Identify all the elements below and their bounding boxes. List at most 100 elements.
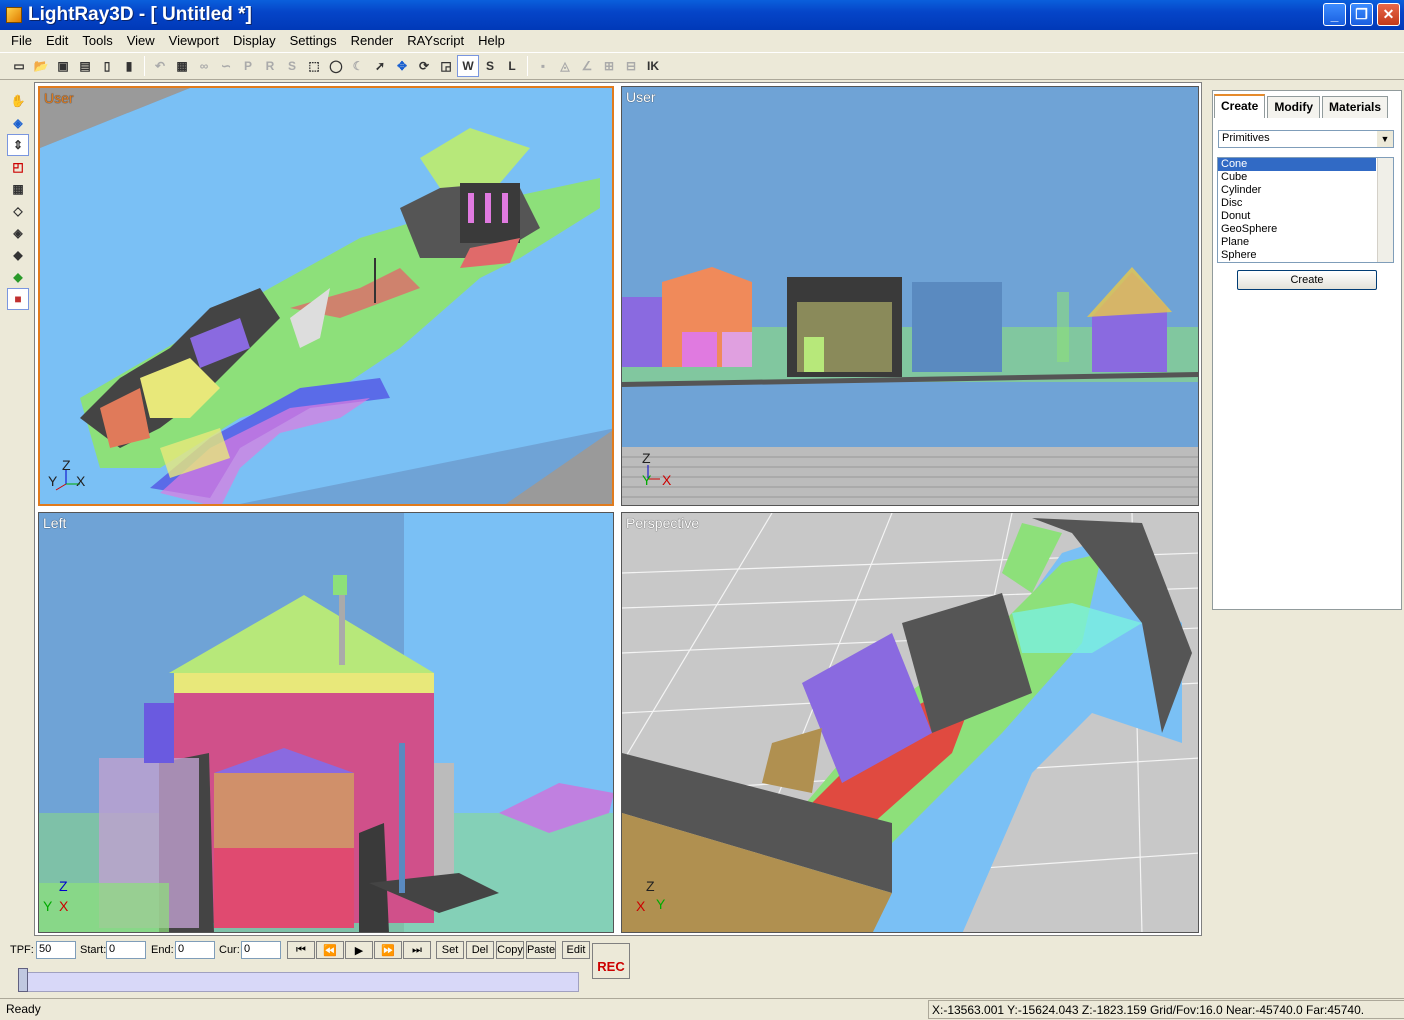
list-item[interactable]: Cone xyxy=(1218,158,1376,171)
start-input[interactable]: 0 xyxy=(106,941,146,959)
maximize-button[interactable]: ❐ xyxy=(1350,3,1373,26)
grid-icon[interactable]: ▦ xyxy=(7,178,29,200)
select-arrow-icon[interactable]: ➚ xyxy=(369,55,391,77)
object-type-value: Primitives xyxy=(1222,132,1270,144)
flat-shade-icon[interactable]: ◆ xyxy=(7,244,29,266)
move-icon[interactable]: ✥ xyxy=(391,55,413,77)
last-frame-icon[interactable]: ⏭ xyxy=(403,941,431,959)
list-item[interactable]: Cylinder xyxy=(1218,184,1376,197)
wire-cube-icon[interactable]: ◇ xyxy=(7,200,29,222)
object-type-select[interactable]: Primitives ▼ xyxy=(1218,130,1394,148)
menu-render[interactable]: Render xyxy=(344,33,401,48)
list-item[interactable]: GeoSphere xyxy=(1218,223,1376,236)
scene-user-iso xyxy=(40,88,612,504)
prev-frame-icon[interactable]: ⏪ xyxy=(316,941,344,959)
edit-key-button[interactable]: Edit xyxy=(562,941,590,959)
rotate-icon[interactable]: ⟳ xyxy=(413,55,435,77)
axis-x-label: X xyxy=(59,898,69,914)
list-scrollbar[interactable] xyxy=(1377,158,1393,262)
save-icon[interactable]: ▣ xyxy=(52,55,74,77)
export-icon[interactable]: ▯ xyxy=(96,55,118,77)
select-by-name-icon[interactable]: ▦ xyxy=(171,55,193,77)
scene-perspective xyxy=(622,513,1198,932)
coordinates-readout: X:-13563.001 Y:-15624.043 Z:-1823.159 Gr… xyxy=(928,1000,1404,1019)
menu-display[interactable]: Display xyxy=(226,33,283,48)
add-bone-icon[interactable]: ⊞ xyxy=(598,55,620,77)
zoom-icon[interactable]: ⇕ xyxy=(7,134,29,156)
viewport-perspective[interactable]: Perspective Z X Y xyxy=(621,512,1199,933)
joint-icon[interactable]: ∠ xyxy=(576,55,598,77)
world-coords-button[interactable]: W xyxy=(457,55,479,77)
axis-gizmo: Y Z X xyxy=(48,457,86,491)
rotation-button[interactable]: R xyxy=(259,55,281,77)
menu-rayscript[interactable]: RAYscript xyxy=(400,33,471,48)
local-coords-button[interactable]: L xyxy=(501,55,523,77)
tpf-input[interactable]: 50 xyxy=(36,941,76,959)
cur-input[interactable]: 0 xyxy=(241,941,281,959)
circle-select-icon[interactable]: ◯ xyxy=(325,55,347,77)
tab-materials[interactable]: Materials xyxy=(1322,96,1389,118)
region-zoom-icon[interactable]: ◰ xyxy=(7,156,29,178)
list-item[interactable]: Sphere xyxy=(1218,249,1376,262)
menu-tools[interactable]: Tools xyxy=(75,33,119,48)
smooth-shade-icon[interactable]: ◆ xyxy=(7,266,29,288)
menu-viewport[interactable]: Viewport xyxy=(162,33,226,48)
position-button[interactable]: P xyxy=(237,55,259,77)
import-icon[interactable]: ▮ xyxy=(118,55,140,77)
ik-button[interactable]: IK xyxy=(642,55,664,77)
skin-icon[interactable]: ◬ xyxy=(554,55,576,77)
bone-icon[interactable]: ▪ xyxy=(532,55,554,77)
new-file-icon[interactable]: ▭ xyxy=(8,55,30,77)
link-icon[interactable]: ∞ xyxy=(193,55,215,77)
axis-gizmo: Z X Y xyxy=(636,878,666,914)
pan-hand-icon[interactable]: ✋ xyxy=(7,90,29,112)
end-input[interactable]: 0 xyxy=(175,941,215,959)
scale-button[interactable]: S xyxy=(281,55,303,77)
list-item[interactable]: Plane xyxy=(1218,236,1376,249)
list-item[interactable]: Disc xyxy=(1218,197,1376,210)
timeline-thumb[interactable] xyxy=(18,968,28,992)
menu-file[interactable]: File xyxy=(4,33,39,48)
close-button[interactable]: ✕ xyxy=(1377,3,1400,26)
app-icon xyxy=(6,7,22,23)
scale-icon[interactable]: ◲ xyxy=(435,55,457,77)
play-icon[interactable]: ▶ xyxy=(345,941,373,959)
unlink-icon[interactable]: ∽ xyxy=(215,55,237,77)
list-item[interactable]: Donut xyxy=(1218,210,1376,223)
menu-edit[interactable]: Edit xyxy=(39,33,75,48)
first-frame-icon[interactable]: ⏮ xyxy=(287,941,315,959)
textured-icon[interactable]: ■ xyxy=(7,288,29,310)
main-toolbar: ▭ 📂 ▣ ▤ ▯ ▮ ↶ ▦ ∞ ∽ P R S ⬚ ◯ ☾ ➚ ✥ ⟳ ◲ … xyxy=(0,52,1404,80)
viewport-label: Perspective xyxy=(626,515,700,531)
menu-view[interactable]: View xyxy=(120,33,162,48)
primitives-list[interactable]: Cone Cube Cylinder Disc Donut GeoSphere … xyxy=(1217,157,1394,263)
copy-key-button[interactable]: Copy xyxy=(496,941,524,959)
list-item[interactable]: Cube xyxy=(1218,171,1376,184)
tab-modify[interactable]: Modify xyxy=(1267,96,1321,118)
undo-icon[interactable]: ↶ xyxy=(149,55,171,77)
save-all-icon[interactable]: ▤ xyxy=(74,55,96,77)
timeline-track[interactable] xyxy=(22,972,579,992)
open-file-icon[interactable]: 📂 xyxy=(30,55,52,77)
lasso-icon[interactable]: ☾ xyxy=(347,55,369,77)
create-button[interactable]: Create xyxy=(1237,270,1377,290)
orbit-icon[interactable]: ◈ xyxy=(7,112,29,134)
rect-select-icon[interactable]: ⬚ xyxy=(303,55,325,77)
minimize-button[interactable]: _ xyxy=(1323,3,1346,26)
delete-key-button[interactable]: Del xyxy=(466,941,494,959)
viewport-user-topleft[interactable]: User Y Z X xyxy=(38,86,614,506)
hidden-line-icon[interactable]: ◈ xyxy=(7,222,29,244)
set-key-button[interactable]: Set xyxy=(436,941,464,959)
next-frame-icon[interactable]: ⏩ xyxy=(374,941,402,959)
scene-left xyxy=(39,513,613,932)
screen-coords-button[interactable]: S xyxy=(479,55,501,77)
viewport-left[interactable]: Left Z Y X xyxy=(38,512,614,933)
menu-settings[interactable]: Settings xyxy=(283,33,344,48)
tab-create[interactable]: Create xyxy=(1214,94,1266,118)
chevron-down-icon[interactable]: ▼ xyxy=(1377,131,1393,147)
remove-bone-icon[interactable]: ⊟ xyxy=(620,55,642,77)
viewport-user-topright[interactable]: User Z Y X xyxy=(621,86,1199,506)
paste-key-button[interactable]: Paste xyxy=(526,941,556,959)
record-button[interactable]: REC xyxy=(592,943,630,979)
menu-help[interactable]: Help xyxy=(471,33,512,48)
